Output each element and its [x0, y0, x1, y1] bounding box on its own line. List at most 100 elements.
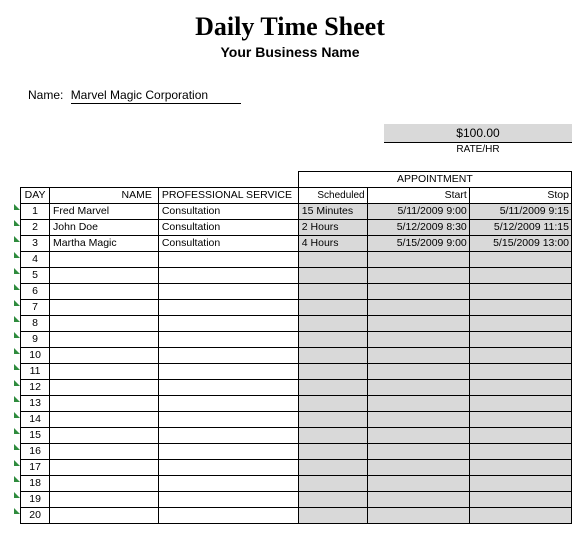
cell-day[interactable]: 10 [21, 348, 50, 364]
cell-scheduled[interactable] [298, 428, 367, 444]
cell-stop[interactable] [469, 492, 571, 508]
cell-stop[interactable] [469, 428, 571, 444]
cell-name[interactable] [50, 284, 159, 300]
cell-name[interactable] [50, 348, 159, 364]
cell-day[interactable]: 6 [21, 284, 50, 300]
cell-start[interactable] [367, 252, 469, 268]
cell-scheduled[interactable] [298, 348, 367, 364]
cell-day[interactable]: 19 [21, 492, 50, 508]
cell-name[interactable] [50, 300, 159, 316]
cell-stop[interactable] [469, 268, 571, 284]
cell-service[interactable] [158, 252, 298, 268]
cell-service[interactable] [158, 508, 298, 524]
cell-scheduled[interactable] [298, 284, 367, 300]
cell-stop[interactable]: 5/11/2009 9:15 [469, 204, 571, 220]
cell-scheduled[interactable]: 15 Minutes [298, 204, 367, 220]
cell-name[interactable] [50, 364, 159, 380]
cell-service[interactable] [158, 348, 298, 364]
cell-scheduled[interactable] [298, 492, 367, 508]
cell-day[interactable]: 5 [21, 268, 50, 284]
rate-amount[interactable]: $100.00 [384, 124, 572, 143]
cell-day[interactable]: 8 [21, 316, 50, 332]
cell-start[interactable] [367, 444, 469, 460]
cell-name[interactable] [50, 412, 159, 428]
cell-name[interactable] [50, 396, 159, 412]
cell-start[interactable]: 5/15/2009 9:00 [367, 236, 469, 252]
cell-start[interactable] [367, 284, 469, 300]
cell-name[interactable] [50, 252, 159, 268]
cell-scheduled[interactable]: 2 Hours [298, 220, 367, 236]
cell-service[interactable] [158, 380, 298, 396]
cell-service[interactable] [158, 412, 298, 428]
cell-start[interactable]: 5/12/2009 8:30 [367, 220, 469, 236]
cell-stop[interactable] [469, 476, 571, 492]
cell-name[interactable] [50, 316, 159, 332]
cell-start[interactable] [367, 380, 469, 396]
cell-service[interactable] [158, 492, 298, 508]
cell-scheduled[interactable] [298, 316, 367, 332]
cell-start[interactable] [367, 332, 469, 348]
cell-day[interactable]: 3 [21, 236, 50, 252]
cell-stop[interactable] [469, 348, 571, 364]
cell-scheduled[interactable]: 4 Hours [298, 236, 367, 252]
cell-service[interactable] [158, 476, 298, 492]
cell-stop[interactable] [469, 508, 571, 524]
cell-name[interactable] [50, 428, 159, 444]
cell-stop[interactable] [469, 364, 571, 380]
cell-service[interactable]: Consultation [158, 220, 298, 236]
cell-day[interactable]: 14 [21, 412, 50, 428]
cell-name[interactable] [50, 444, 159, 460]
cell-scheduled[interactable] [298, 444, 367, 460]
cell-day[interactable]: 7 [21, 300, 50, 316]
cell-stop[interactable]: 5/15/2009 13:00 [469, 236, 571, 252]
cell-service[interactable] [158, 300, 298, 316]
cell-day[interactable]: 20 [21, 508, 50, 524]
cell-service[interactable] [158, 428, 298, 444]
cell-name[interactable] [50, 380, 159, 396]
cell-scheduled[interactable] [298, 380, 367, 396]
cell-day[interactable]: 2 [21, 220, 50, 236]
cell-start[interactable] [367, 412, 469, 428]
cell-scheduled[interactable] [298, 300, 367, 316]
cell-service[interactable] [158, 444, 298, 460]
cell-stop[interactable] [469, 316, 571, 332]
cell-stop[interactable] [469, 284, 571, 300]
cell-scheduled[interactable] [298, 508, 367, 524]
cell-day[interactable]: 18 [21, 476, 50, 492]
cell-scheduled[interactable] [298, 252, 367, 268]
cell-start[interactable] [367, 428, 469, 444]
cell-name[interactable] [50, 508, 159, 524]
cell-start[interactable] [367, 396, 469, 412]
cell-stop[interactable] [469, 332, 571, 348]
cell-stop[interactable]: 5/12/2009 11:15 [469, 220, 571, 236]
name-value[interactable]: Marvel Magic Corporation [71, 88, 241, 104]
cell-start[interactable]: 5/11/2009 9:00 [367, 204, 469, 220]
cell-scheduled[interactable] [298, 332, 367, 348]
cell-start[interactable] [367, 508, 469, 524]
cell-stop[interactable] [469, 252, 571, 268]
cell-day[interactable]: 13 [21, 396, 50, 412]
cell-day[interactable]: 17 [21, 460, 50, 476]
cell-start[interactable] [367, 492, 469, 508]
cell-service[interactable] [158, 396, 298, 412]
cell-service[interactable] [158, 316, 298, 332]
cell-day[interactable]: 1 [21, 204, 50, 220]
cell-name[interactable] [50, 492, 159, 508]
cell-start[interactable] [367, 460, 469, 476]
cell-day[interactable]: 11 [21, 364, 50, 380]
cell-name[interactable]: Fred Marvel [50, 204, 159, 220]
cell-service[interactable] [158, 332, 298, 348]
cell-stop[interactable] [469, 460, 571, 476]
cell-name[interactable] [50, 460, 159, 476]
cell-service[interactable]: Consultation [158, 204, 298, 220]
cell-service[interactable] [158, 460, 298, 476]
cell-day[interactable]: 15 [21, 428, 50, 444]
cell-service[interactable] [158, 268, 298, 284]
cell-day[interactable]: 9 [21, 332, 50, 348]
cell-scheduled[interactable] [298, 460, 367, 476]
cell-day[interactable]: 12 [21, 380, 50, 396]
cell-scheduled[interactable] [298, 364, 367, 380]
cell-start[interactable] [367, 348, 469, 364]
cell-service[interactable] [158, 284, 298, 300]
cell-scheduled[interactable] [298, 396, 367, 412]
